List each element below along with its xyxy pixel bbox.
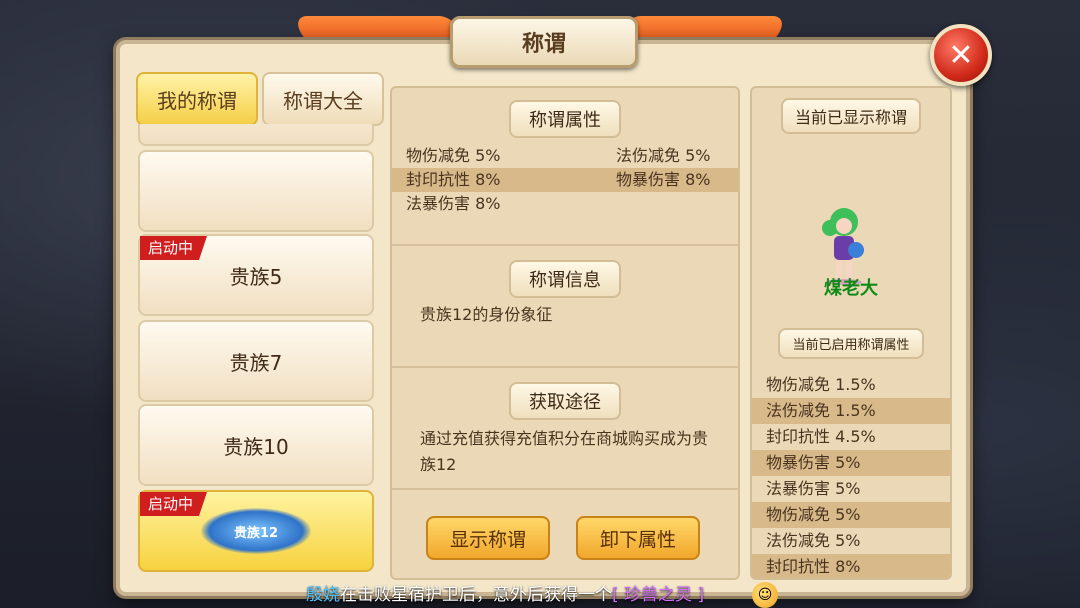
enabled-attribute-row: 物伤减免 5% [752,502,950,528]
divider [392,244,738,246]
attribute-row: 封印抗性 8% 物暴伤害 8% [392,168,738,192]
character-name: 煤老大 [824,278,878,299]
noble-emblem-icon: 贵族12 [201,508,311,554]
enabled-heading-label: 当前已启用称谓属性 [778,328,924,359]
list-item[interactable]: 贵族7 [138,320,374,402]
item-link[interactable]: [ 珍兽之灵 ] [612,585,704,605]
enabled-attribute-row: 物伤减免 1.5% [752,372,950,398]
divider [392,488,738,490]
attribute-left: 封印抗性 8% [406,170,501,189]
obtain-heading-label: 获取途径 [509,382,621,420]
list-item-label: 贵族10 [223,434,289,459]
system-message: 殷娆在击败星宿护卫后，意外后获得一个[ 珍兽之灵 ] [306,582,704,608]
message-text: 在击败星宿护卫后，意外后获得一个 [340,585,612,605]
smiley-emoji-icon: ☺ [752,582,778,608]
enabled-attribute-text: 物暴伤害 5% [766,453,861,472]
close-icon: ✕ [948,37,974,73]
obtain-heading: 获取途径 [392,382,738,420]
attribute-right: 物暴伤害 8% [616,170,711,189]
list-item-selected[interactable]: 启动中 贵族12 [138,490,374,572]
attribute-right: 法伤减免 5% [616,146,711,165]
tab-all-titles[interactable]: 称谓大全 [262,72,384,126]
obtain-text: 通过充值获得充值积分在商城购买成为贵族12 [420,429,709,474]
attribute-left: 物伤减免 5% [406,146,501,165]
list-item[interactable] [138,150,374,232]
enabled-heading: 当前已启用称谓属性 [752,328,950,359]
enabled-attribute-text: 法伤减免 5% [766,531,861,550]
close-button[interactable]: ✕ [930,24,992,86]
enabled-attribute-text: 物伤减免 5% [766,505,861,524]
info-heading-label: 称谓信息 [509,260,621,298]
current-title-panel: 当前已显示称谓 煤老大 当前已启用称谓属性 物伤减免 1.5% 法伤减免 1.5… [750,86,952,580]
current-display-heading-label: 当前已显示称谓 [780,98,921,134]
attributes-heading-label: 称谓属性 [509,100,621,138]
list-item[interactable]: 贵族10 [138,404,374,486]
info-text: 贵族12的身份象征 [420,305,553,324]
divider [392,366,738,368]
enabled-attribute-row: 封印抗性 8% [752,554,950,578]
list-item[interactable]: 启动中 贵族5 [138,234,374,316]
attribute-left: 法暴伤害 8% [406,194,501,213]
window-title: 称谓 [450,16,638,68]
enabled-attribute-row: 法伤减免 1.5% [752,398,950,424]
remove-attribute-button[interactable]: 卸下属性 [576,516,700,560]
enabled-attribute-row: 法伤减免 5% [752,528,950,554]
attribute-row: 法暴伤害 8% [392,192,738,216]
title-detail-panel: 称谓属性 物伤减免 5% 法伤减免 5% 封印抗性 8% 物暴伤害 8% 法暴伤… [390,86,740,580]
enabled-attribute-text: 物伤减免 1.5% [766,375,876,394]
title-list[interactable]: 启动中 贵族5 贵族7 贵族10 启动中 贵族12 [136,124,376,576]
tab-my-titles[interactable]: 我的称谓 [136,72,258,126]
active-badge: 启动中 [140,492,208,516]
info-heading: 称谓信息 [392,260,738,298]
show-title-button[interactable]: 显示称谓 [426,516,550,560]
list-item-label: 贵族5 [229,264,283,289]
list-item[interactable] [138,124,374,146]
attribute-row: 物伤减免 5% 法伤减免 5% [392,144,738,168]
enabled-attribute-text: 法暴伤害 5% [766,479,861,498]
list-item-label: 贵族7 [229,350,283,375]
enabled-attribute-row: 法暴伤害 5% [752,476,950,502]
enabled-attribute-row: 物暴伤害 5% [752,450,950,476]
enabled-attribute-text: 封印抗性 4.5% [766,427,876,446]
attributes-heading: 称谓属性 [392,100,738,138]
enabled-attribute-text: 法伤减免 1.5% [766,401,876,420]
enabled-attribute-text: 封印抗性 8% [766,557,861,576]
enabled-attribute-row: 封印抗性 4.5% [752,424,950,450]
emblem-label: 贵族12 [233,525,279,541]
player-name[interactable]: 殷娆 [306,585,340,605]
active-badge: 启动中 [140,236,208,260]
current-display-heading: 当前已显示称谓 [752,98,950,134]
